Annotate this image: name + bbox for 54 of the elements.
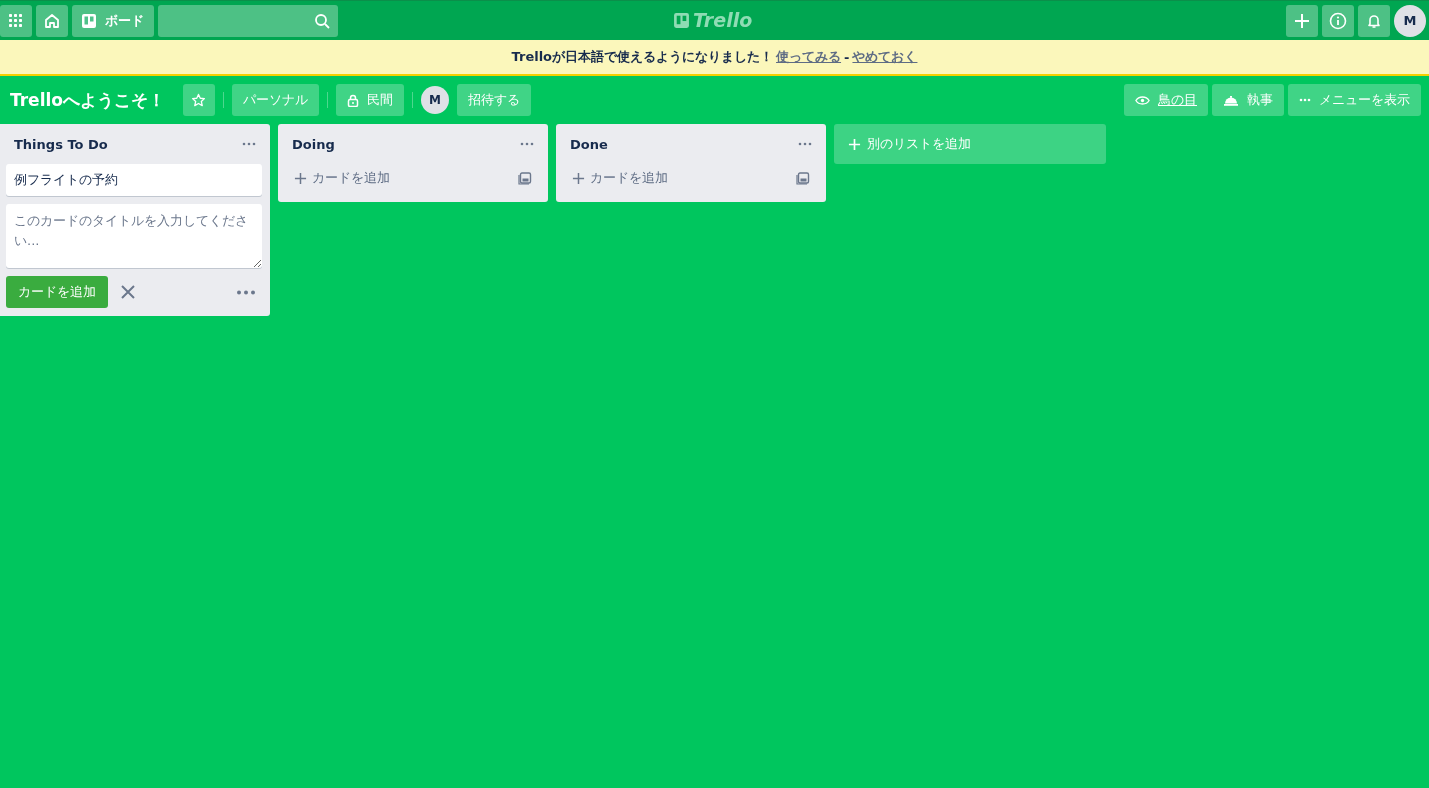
add-card-link[interactable]: カードを追加 <box>286 169 398 187</box>
butler-button[interactable]: 執事 <box>1212 84 1284 116</box>
add-list-button[interactable]: 別のリストを追加 <box>834 124 1106 164</box>
add-card-button[interactable]: カードを追加 <box>6 276 108 308</box>
home-button[interactable] <box>36 4 68 37</box>
template-icon[interactable] <box>518 171 532 185</box>
info-icon <box>1329 11 1347 30</box>
lock-icon <box>347 93 359 107</box>
list-menu-icon[interactable] <box>242 142 256 146</box>
banner-link[interactable]: やめておく <box>852 48 918 66</box>
notifications-button[interactable] <box>1358 4 1390 37</box>
star-icon <box>191 92 207 108</box>
grid-icon <box>9 13 23 28</box>
boards-button[interactable]: ボード <box>72 4 154 37</box>
banner-separator: - <box>844 49 850 65</box>
banner-link[interactable]: 使ってみる <box>776 48 842 66</box>
service-bell-icon <box>1223 94 1239 106</box>
board-title[interactable]: Trelloへようこそ！ <box>10 88 165 112</box>
add-card-link[interactable]: カードを追加 <box>564 169 676 187</box>
home-icon <box>43 11 61 30</box>
plus-icon <box>1294 12 1310 29</box>
invite-button[interactable]: 招待する <box>457 84 531 116</box>
info-button[interactable] <box>1322 4 1354 37</box>
board-icon <box>81 12 97 29</box>
plus-icon <box>294 171 307 185</box>
bell-icon <box>1366 12 1382 29</box>
team-button[interactable]: パーソナル <box>232 84 319 116</box>
more-icon <box>1299 98 1311 102</box>
list-title[interactable]: Doing <box>292 136 335 152</box>
eye-icon <box>1135 94 1150 106</box>
card-title-input[interactable]: このカードのタイトルを入力してください... <box>6 204 262 268</box>
visibility-button[interactable]: 民間 <box>336 84 404 116</box>
overview-button[interactable]: 鳥の目 <box>1124 84 1208 116</box>
list-title[interactable]: Done <box>570 136 608 152</box>
list-menu-icon[interactable] <box>520 142 534 146</box>
board-icon <box>673 11 690 29</box>
plus-icon <box>572 171 585 185</box>
user-avatar[interactable]: M <box>1394 4 1426 37</box>
add-button[interactable] <box>1286 4 1318 37</box>
show-menu-button[interactable]: メニューを表示 <box>1288 84 1421 116</box>
template-icon[interactable] <box>796 171 810 185</box>
search-field[interactable] <box>158 4 338 37</box>
list-menu-icon[interactable] <box>798 142 812 146</box>
plus-icon <box>848 137 861 151</box>
apps-button[interactable] <box>0 4 32 37</box>
close-icon[interactable] <box>120 284 136 300</box>
app-logo[interactable]: Trello <box>693 9 753 31</box>
search-icon <box>314 12 330 29</box>
card[interactable]: 例フライトの予約 <box>6 164 262 196</box>
banner-message: Trelloが日本語で使えるようになりました！ <box>511 48 774 66</box>
member-avatar[interactable]: M <box>421 86 449 114</box>
more-icon[interactable] <box>236 289 256 295</box>
list-title[interactable]: Things To Do <box>14 136 108 152</box>
star-button[interactable] <box>183 84 215 116</box>
